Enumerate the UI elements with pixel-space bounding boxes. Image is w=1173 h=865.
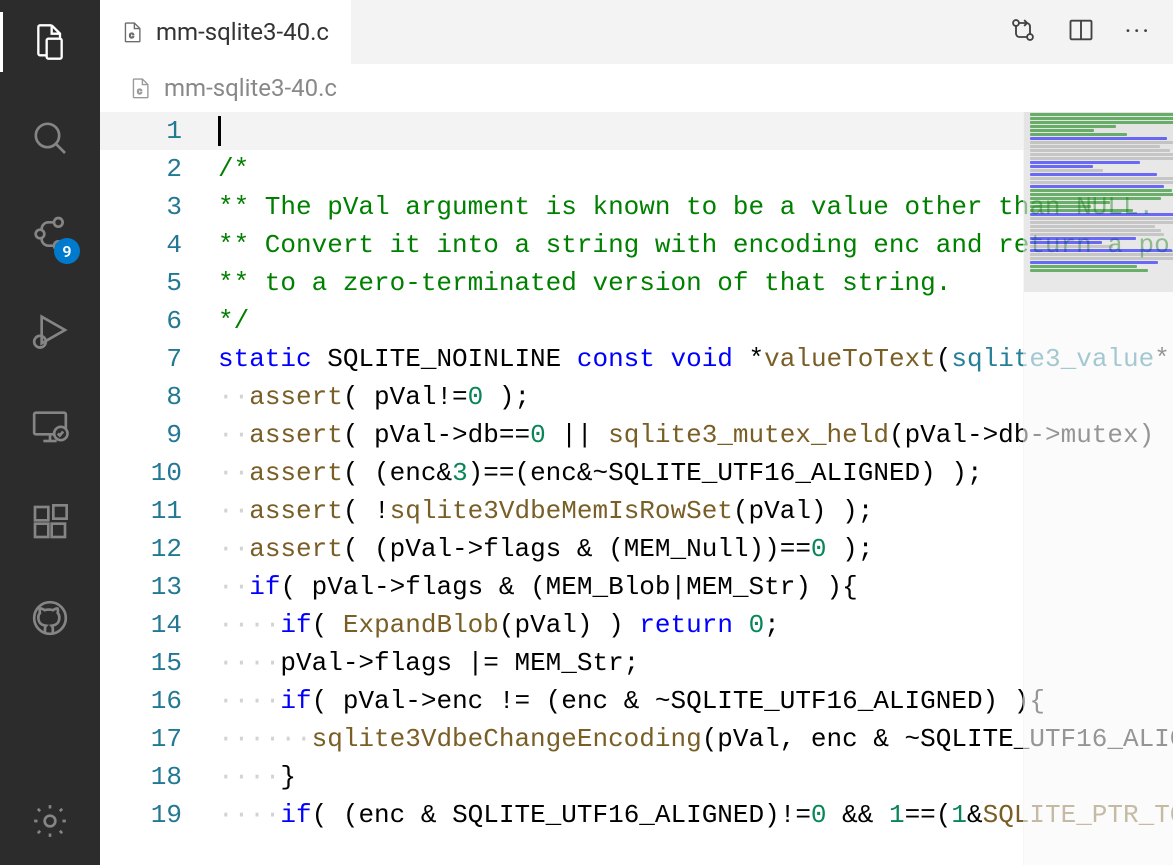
breadcrumb[interactable]: c mm-sqlite3-40.c [100, 64, 1173, 112]
line-number: 1 [100, 116, 218, 146]
code-line[interactable]: 12··assert( (pVal->flags & (MEM_Null))==… [100, 530, 1173, 568]
github-icon[interactable] [26, 594, 74, 642]
line-number: 9 [100, 420, 218, 450]
code-line[interactable]: 17······sqlite3VdbeChangeEncoding(pVal, … [100, 720, 1173, 758]
line-number: 7 [100, 344, 218, 374]
line-number: 15 [100, 648, 218, 678]
code-line[interactable]: 11··assert( !sqlite3VdbeMemIsRowSet(pVal… [100, 492, 1173, 530]
code-line[interactable]: 13··if( pVal->flags & (MEM_Blob|MEM_Str)… [100, 568, 1173, 606]
code-line[interactable]: 15····pVal->flags |= MEM_Str; [100, 644, 1173, 682]
activity-bar: 9 [0, 0, 100, 865]
line-number: 19 [100, 800, 218, 830]
code-line[interactable]: 2/* [100, 150, 1173, 188]
line-number: 13 [100, 572, 218, 602]
code-line[interactable]: 9··assert( pVal->db==0 || sqlite3_mutex_… [100, 416, 1173, 454]
line-number: 4 [100, 230, 218, 260]
tab-file[interactable]: c mm-sqlite3-40.c [100, 0, 351, 64]
code-line[interactable]: 4** Convert it into a string with encodi… [100, 226, 1173, 264]
source-control-badge: 9 [54, 238, 80, 264]
code-line[interactable]: 5** to a zero-terminated version of that… [100, 264, 1173, 302]
line-number: 16 [100, 686, 218, 716]
code-line[interactable]: 1 [100, 112, 1173, 150]
editor[interactable]: 1 2/*3** The pVal argument is known to be… [100, 112, 1173, 865]
code-line[interactable]: 18····} [100, 758, 1173, 796]
line-number: 12 [100, 534, 218, 564]
run-debug-icon[interactable] [26, 306, 74, 354]
c-file-icon: c [122, 21, 144, 43]
code-line[interactable]: 19····if( (enc & SQLITE_UTF16_ALIGNED)!=… [100, 796, 1173, 834]
code-line[interactable]: 6*/ [100, 302, 1173, 340]
code-line[interactable]: 10··assert( (enc&3)==(enc&~SQLITE_UTF16_… [100, 454, 1173, 492]
line-number: 10 [100, 458, 218, 488]
extensions-icon[interactable] [26, 498, 74, 546]
svg-text:c: c [137, 86, 142, 97]
settings-gear-icon[interactable] [26, 797, 74, 845]
split-editor-icon[interactable] [1067, 16, 1095, 48]
line-number: 6 [100, 306, 218, 336]
remote-explorer-icon[interactable] [26, 402, 74, 450]
source-control-icon[interactable]: 9 [26, 210, 74, 258]
line-number: 8 [100, 382, 218, 412]
c-file-icon: c [130, 77, 152, 99]
more-actions-icon[interactable]: ··· [1125, 17, 1151, 47]
breadcrumb-filename: mm-sqlite3-40.c [164, 74, 337, 102]
explorer-icon[interactable] [26, 18, 74, 66]
line-number: 17 [100, 724, 218, 754]
line-number: 3 [100, 192, 218, 222]
code-line[interactable]: 16····if( pVal->enc != (enc & ~SQLITE_UT… [100, 682, 1173, 720]
minimap[interactable] [1023, 112, 1173, 865]
code-line[interactable]: 3** The pVal argument is known to be a v… [100, 188, 1173, 226]
code-line[interactable]: 8··assert( pVal!=0 ); [100, 378, 1173, 416]
line-number: 2 [100, 154, 218, 184]
code-line[interactable]: 14····if( ExpandBlob(pVal) ) return 0; [100, 606, 1173, 644]
compare-changes-icon[interactable] [1009, 16, 1037, 48]
code-line[interactable]: 7static SQLITE_NOINLINE const void *valu… [100, 340, 1173, 378]
tab-actions: ··· [1009, 0, 1173, 64]
line-number: 5 [100, 268, 218, 298]
line-number: 14 [100, 610, 218, 640]
search-icon[interactable] [26, 114, 74, 162]
svg-text:c: c [129, 30, 134, 41]
line-number: 11 [100, 496, 218, 526]
line-number: 18 [100, 762, 218, 792]
main-area: c mm-sqlite3-40.c ··· c mm-sqlite3-40.c … [100, 0, 1173, 865]
tab-filename: mm-sqlite3-40.c [156, 18, 329, 46]
tab-bar: c mm-sqlite3-40.c ··· [100, 0, 1173, 64]
